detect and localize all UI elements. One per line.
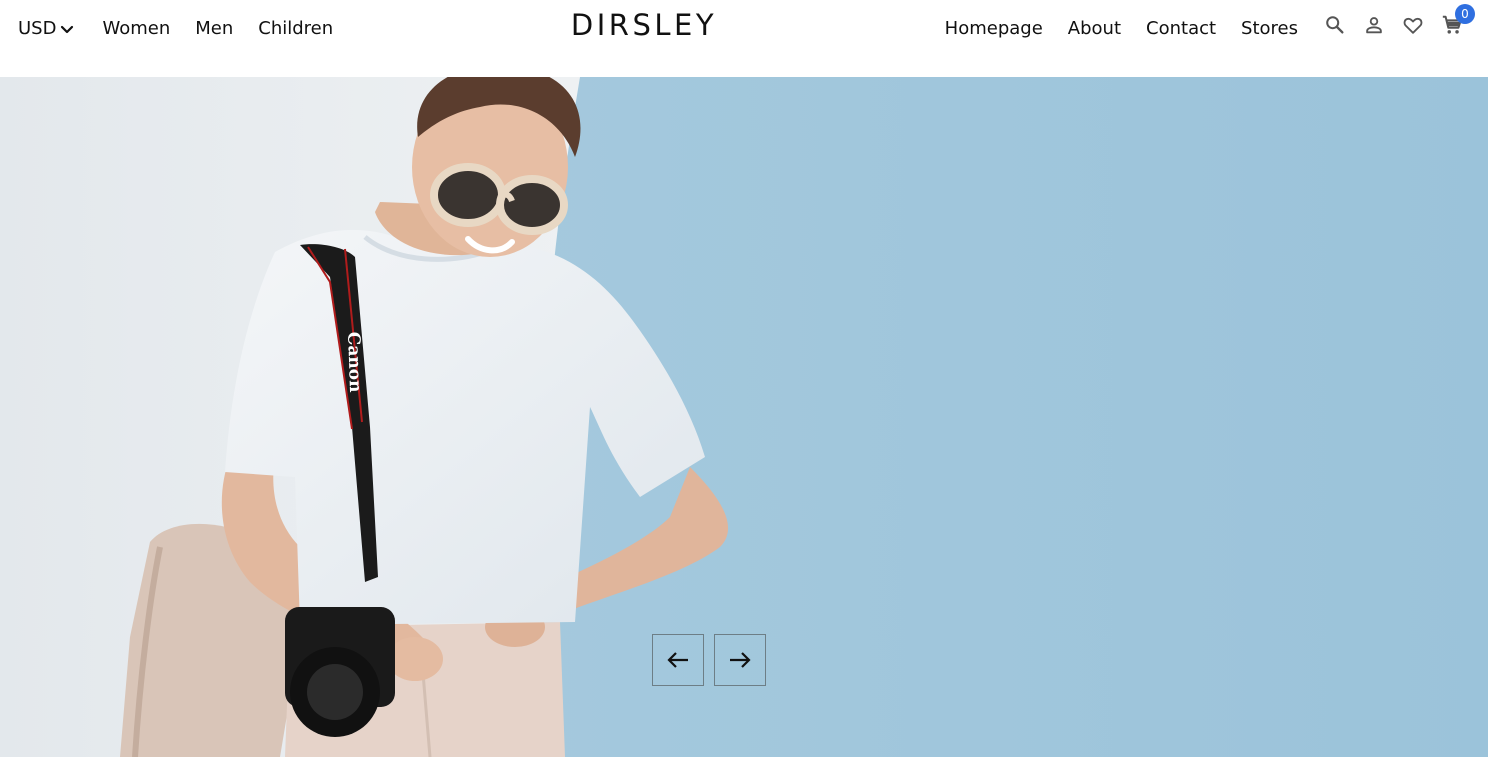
header-icons: 0 (1322, 4, 1478, 38)
user-icon (1366, 17, 1382, 34)
hero-slider: Canon (0, 77, 1488, 757)
nav-link-about[interactable]: About (1068, 18, 1121, 39)
cart-count-badge: 0 (1455, 4, 1475, 24)
svg-text:Canon: Canon (343, 331, 365, 392)
search-button[interactable] (1322, 12, 1348, 38)
nav-link-contact[interactable]: Contact (1146, 18, 1216, 39)
nav-link-stores[interactable]: Stores (1241, 18, 1298, 39)
right-nav: Homepage About Contact Stores (920, 0, 1298, 56)
search-icon (1326, 16, 1344, 34)
site-header: USD Women Men Children DIRSLEY Homepage … (0, 0, 1488, 77)
slider-prev-button[interactable] (652, 634, 704, 686)
heart-icon (1403, 17, 1423, 34)
account-button[interactable] (1361, 12, 1387, 38)
slider-next-button[interactable] (714, 634, 766, 686)
cart-button[interactable]: 0 (1439, 4, 1475, 38)
wishlist-button[interactable] (1400, 12, 1426, 38)
arrow-right-icon (730, 652, 751, 668)
arrow-left-icon (667, 652, 688, 668)
nav-link-homepage[interactable]: Homepage (945, 18, 1043, 39)
